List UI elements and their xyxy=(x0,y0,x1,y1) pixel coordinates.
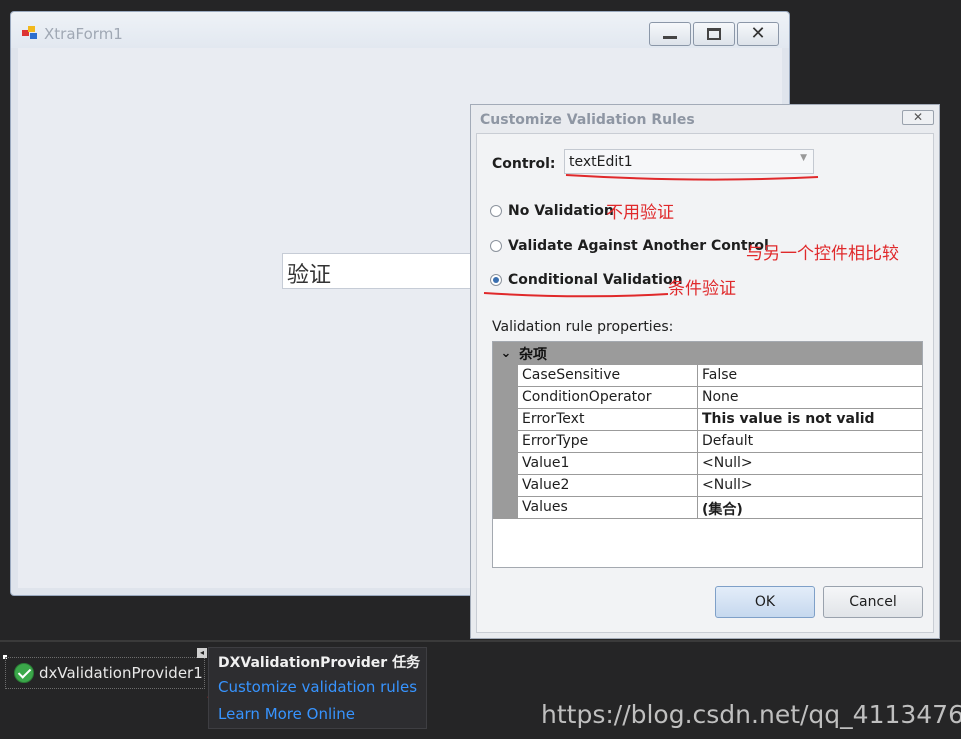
component-name: dxValidationProvider1 xyxy=(39,664,203,682)
radio-no-validation[interactable]: No Validation xyxy=(490,203,614,219)
property-row[interactable]: ErrorType Default xyxy=(493,431,922,453)
property-value[interactable]: <Null> xyxy=(698,453,922,475)
control-label: Control: xyxy=(492,156,556,172)
property-name: Value2 xyxy=(518,475,698,497)
row-gutter xyxy=(493,431,518,453)
customize-validation-rules-link[interactable]: Customize validation rules xyxy=(218,678,417,696)
radio-label: Validate Against Another Control xyxy=(508,238,769,254)
property-value[interactable]: Default xyxy=(698,431,922,453)
cancel-button[interactable]: Cancel xyxy=(823,586,923,618)
control-combobox[interactable]: textEdit1 ▼ xyxy=(564,149,814,174)
radio-checked-icon xyxy=(490,274,502,286)
radio-label: Conditional Validation xyxy=(508,272,683,288)
xtraform-titlebar[interactable]: XtraForm1 ✕ xyxy=(11,12,789,48)
property-name: ConditionOperator xyxy=(518,387,698,409)
maximize-icon xyxy=(707,28,721,40)
form-app-icon xyxy=(22,26,38,40)
rule-properties-label: Validation rule properties: xyxy=(492,319,674,335)
close-icon: ✕ xyxy=(750,23,766,44)
property-value[interactable]: <Null> xyxy=(698,475,922,497)
component-dxvalidationprovider1[interactable]: dxValidationProvider1 xyxy=(5,657,205,689)
row-gutter xyxy=(493,365,518,387)
smart-tag-tasks-panel: DXValidationProvider 任务 Customize valida… xyxy=(208,647,427,729)
annotation-conditional: 条件验证 xyxy=(668,279,736,299)
radio-label: No Validation xyxy=(508,203,614,219)
maximize-button[interactable] xyxy=(693,22,735,46)
close-button[interactable]: ✕ xyxy=(737,22,779,46)
check-circle-icon xyxy=(14,663,34,683)
ok-button[interactable]: OK xyxy=(715,586,815,618)
property-value[interactable]: None xyxy=(698,387,922,409)
customize-validation-rules-dialog: Customize Validation Rules ✕ Control: te… xyxy=(470,104,940,639)
property-row[interactable]: Values (集合) xyxy=(493,497,922,519)
property-value[interactable]: This value is not valid xyxy=(698,409,922,431)
chevron-down-icon[interactable]: ⌄ xyxy=(493,346,519,361)
property-value[interactable]: (集合) xyxy=(698,497,922,519)
radio-icon xyxy=(490,240,502,252)
property-row[interactable]: ErrorText This value is not valid xyxy=(493,409,922,431)
property-grid[interactable]: ⌄ 杂项 CaseSensitive False ConditionOperator… xyxy=(492,341,923,568)
property-row[interactable]: CaseSensitive False xyxy=(493,365,922,387)
dialog-title: Customize Validation Rules xyxy=(480,112,695,128)
property-row[interactable]: Value1 <Null> xyxy=(493,453,922,475)
minimize-button[interactable] xyxy=(649,22,691,46)
dialog-body: Control: textEdit1 ▼ No Validation Valid… xyxy=(476,133,934,633)
learn-more-online-link[interactable]: Learn More Online xyxy=(218,705,355,723)
dropdown-arrow-icon[interactable]: ▼ xyxy=(800,153,807,163)
dialog-titlebar[interactable]: Customize Validation Rules ✕ xyxy=(471,105,939,133)
property-name: Value1 xyxy=(518,453,698,475)
row-gutter xyxy=(493,453,518,475)
property-name: ErrorText xyxy=(518,409,698,431)
xtraform-title: XtraForm1 xyxy=(44,25,123,43)
dialog-close-button[interactable]: ✕ xyxy=(902,110,934,125)
property-category[interactable]: ⌄ 杂项 xyxy=(493,342,922,365)
watermark: https://blog.csdn.net/qq_41134769 xyxy=(541,700,961,729)
property-name: CaseSensitive xyxy=(518,365,698,387)
smart-tag-glyph-icon[interactable]: ◂ xyxy=(197,648,207,658)
row-gutter xyxy=(493,409,518,431)
property-name: Values xyxy=(518,497,698,519)
control-combobox-value: textEdit1 xyxy=(569,154,633,170)
close-icon: ✕ xyxy=(912,110,924,124)
radio-validate-against-control[interactable]: Validate Against Another Control xyxy=(490,238,769,254)
row-gutter xyxy=(493,475,518,497)
radio-conditional-validation[interactable]: Conditional Validation xyxy=(490,272,683,288)
tasks-header: DXValidationProvider 任务 xyxy=(218,655,421,671)
category-label: 杂项 xyxy=(519,346,547,363)
textedit1-input[interactable]: 验证 xyxy=(282,253,472,289)
radio-icon xyxy=(490,205,502,217)
annotation-against-control: 与另一个控件相比较 xyxy=(746,244,899,264)
property-value[interactable]: False xyxy=(698,365,922,387)
minimize-icon xyxy=(663,35,677,39)
annotation-no-validation: 不用验证 xyxy=(606,203,674,223)
property-row[interactable]: Value2 <Null> xyxy=(493,475,922,497)
property-row[interactable]: ConditionOperator None xyxy=(493,387,922,409)
property-name: ErrorType xyxy=(518,431,698,453)
row-gutter xyxy=(493,387,518,409)
designer-tray-divider xyxy=(0,640,961,642)
row-gutter xyxy=(493,497,518,519)
